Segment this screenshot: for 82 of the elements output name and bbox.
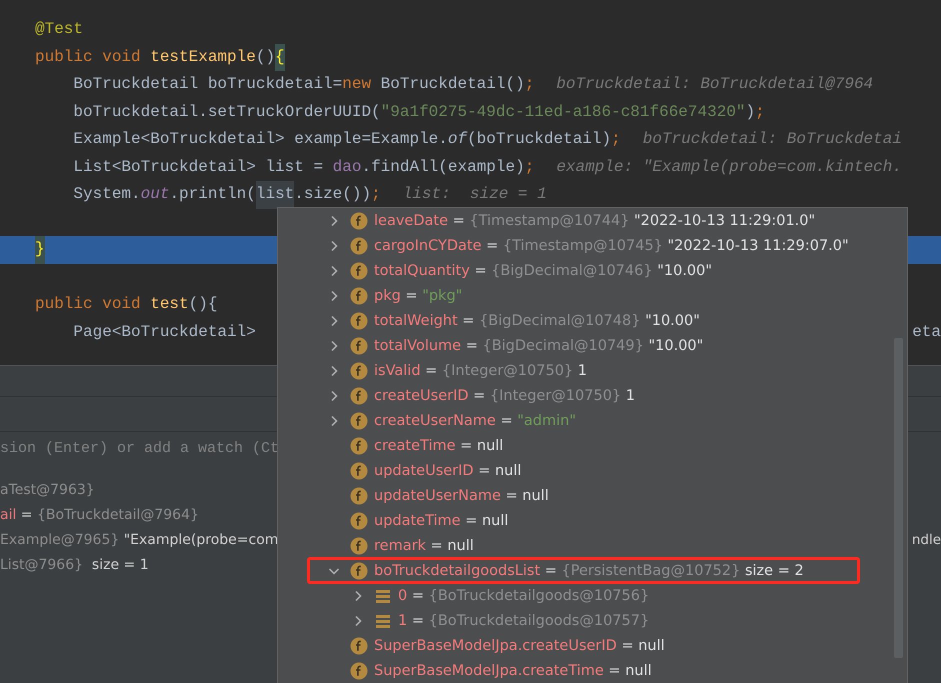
code-token: test xyxy=(150,294,189,315)
code-token: (){ xyxy=(188,294,218,315)
code-token: public void xyxy=(35,46,142,68)
code-token: ; xyxy=(611,129,621,150)
inline-value-hint: boTruckdetail: BoTruckdetail@7964 xyxy=(556,74,874,95)
highlighted-variable-row[interactable]: boTruckdetailgoodsList = {PersistentBag@10752} size = 2 xyxy=(308,558,859,583)
code-token: .println( xyxy=(169,184,256,205)
code-token: BoTruckdetail() xyxy=(380,74,525,95)
variable-text: size = 1 xyxy=(90,557,149,573)
variable-text: = xyxy=(20,507,34,523)
field-icon xyxy=(350,562,368,580)
code-token: list xyxy=(256,181,294,208)
variable-row[interactable]: leaveDate = {Timestamp@10744} "2022-10-13 11:29:01.0" xyxy=(278,208,907,233)
variable-row[interactable]: createUserName = "admin" xyxy=(278,408,907,433)
code-token: ) xyxy=(746,102,756,122)
field-icon xyxy=(350,362,368,380)
variable-row[interactable]: updateTime = null xyxy=(278,508,907,533)
field-icon xyxy=(350,462,368,480)
variable-row[interactable]: totalQuantity = {BigDecimal@10746} "10.00" xyxy=(278,258,907,283)
code-token: "9a1f0275-49dc-11ed-a186-c81f66e74320" xyxy=(380,102,746,122)
field-icon xyxy=(350,236,368,254)
field-icon xyxy=(350,512,368,530)
code-token: System. xyxy=(72,184,141,205)
inline-value-hint: boTruckdetail: BoTruckdetai xyxy=(642,129,902,150)
code-token: new xyxy=(342,74,372,95)
code-token: testExample xyxy=(150,46,256,68)
variable-row[interactable]: totalWeight = {BigDecimal@10748} "10.00" xyxy=(278,308,907,333)
field-icon xyxy=(350,386,368,404)
code-token: eta xyxy=(912,322,941,342)
variable-text: "Example(probe=com xyxy=(124,532,278,548)
variable-row[interactable]: updateUserName = null xyxy=(278,483,907,508)
variable-text: ndle xyxy=(912,531,941,550)
variable-row[interactable]: SuperBaseModelJpa.createUserID = null xyxy=(278,633,907,658)
variable-row[interactable]: isValid = {Integer@10750} 1 xyxy=(278,358,907,383)
code-token: { xyxy=(275,44,285,71)
field-icon xyxy=(350,212,368,230)
field-icon xyxy=(350,336,368,354)
field-icon xyxy=(350,286,368,304)
variable-text: ail xyxy=(0,507,16,523)
code-token: .findAll(example) xyxy=(361,156,525,178)
code-token: boTruckdetail.setTruckOrderUUID( xyxy=(72,102,381,122)
code-token: List<BoTruckdetail> list = xyxy=(72,156,324,178)
code-token: out xyxy=(140,184,170,205)
field-icon xyxy=(350,436,368,454)
field-icon xyxy=(350,536,368,554)
code-token: ; xyxy=(524,74,534,95)
variable-row[interactable]: 1 = {BoTruckdetailgoods@10757} xyxy=(278,608,907,633)
code-token: ; xyxy=(524,156,534,178)
code-token: of xyxy=(448,129,468,150)
code-token: .size()) xyxy=(294,184,372,205)
code-token: public void xyxy=(35,294,142,315)
variable-row[interactable]: 0 = {BoTruckdetailgoods@10756} xyxy=(278,583,907,608)
variable-row[interactable]: SuperBaseModelJpa.createTime = null xyxy=(278,658,907,683)
variable-row[interactable]: updateUserID = null xyxy=(278,458,907,483)
inline-value-hint: list: size = 1 xyxy=(402,184,547,205)
code-token: () xyxy=(256,46,276,68)
code-token: ; xyxy=(755,102,765,122)
field-icon xyxy=(350,486,368,504)
variable-text: List@7966} xyxy=(0,557,84,573)
variable-row[interactable]: createUserID = {Integer@10750} 1 xyxy=(278,383,907,408)
field-icon xyxy=(350,412,368,430)
code-token: (boTruckdetail) xyxy=(467,129,612,150)
field-icon xyxy=(350,636,368,654)
code-token: ; xyxy=(371,184,381,205)
variable-text: Example@7965} xyxy=(0,532,120,548)
variable-row[interactable]: pkg = "pkg" xyxy=(278,283,907,308)
variable-text: {BoTruckdetail@7964} xyxy=(37,507,199,523)
code-token: Page<BoTruckdetail> xyxy=(72,322,256,342)
variable-row[interactable]: createTime = null xyxy=(278,433,907,458)
variable-row[interactable]: totalVolume = {BigDecimal@10749} "10.00" xyxy=(278,333,907,358)
variable-row[interactable]: remark = null xyxy=(278,533,907,558)
inline-value-hint: example: "Example(probe=com.kintech. xyxy=(556,156,902,178)
variable-text: aTest@7963} xyxy=(0,482,95,498)
field-icon xyxy=(350,312,368,330)
code-token: } xyxy=(35,236,45,264)
code-token: BoTruckdetail boTruckdetail= xyxy=(72,74,342,95)
code-token: dao xyxy=(332,156,362,178)
field-icon xyxy=(350,262,368,280)
field-icon xyxy=(350,662,368,680)
code-token: @Test xyxy=(35,19,84,40)
code-token: Example<BoTruckdetail> example=Example. xyxy=(72,129,448,150)
variable-row[interactable]: cargoInCYDate = {Timestamp@10745} "2022-10-13 11:29:07.0" xyxy=(278,233,907,258)
